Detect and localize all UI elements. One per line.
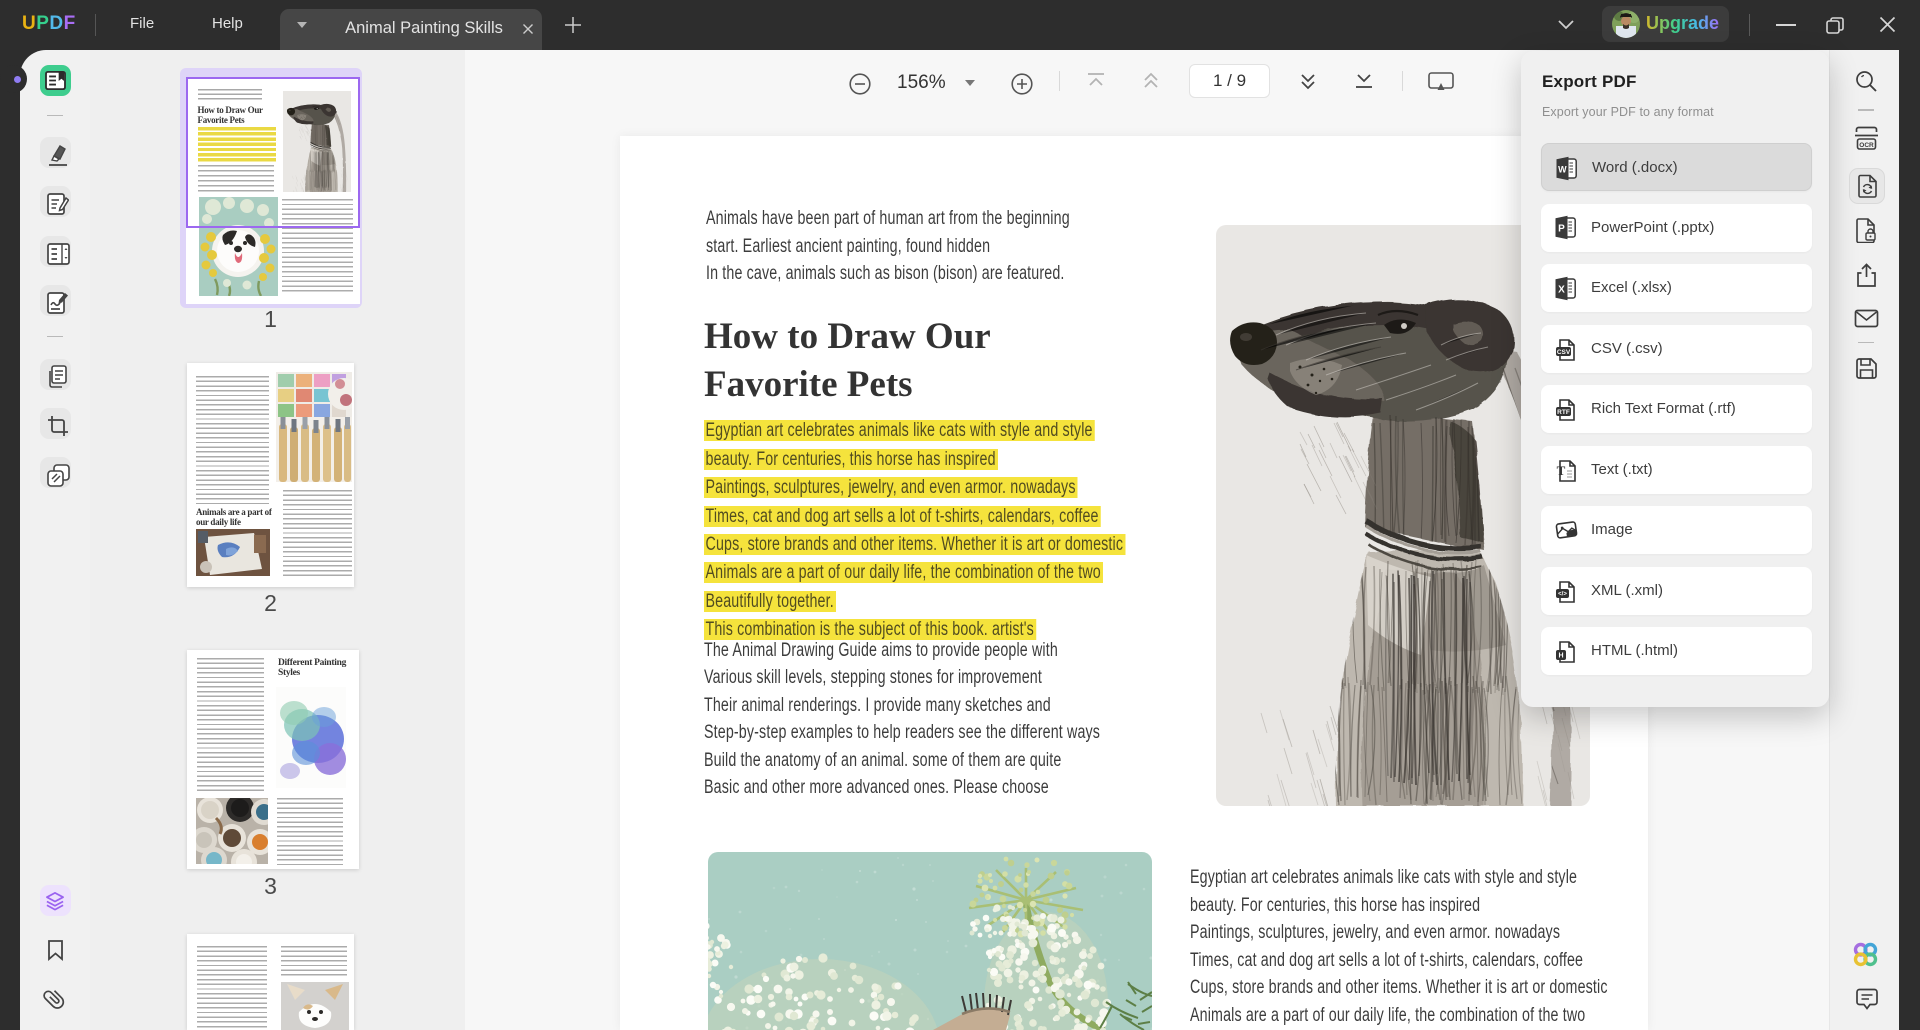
svg-text:T: T: [1557, 463, 1566, 478]
svg-text:H: H: [1558, 653, 1563, 660]
svg-text:P: P: [1558, 224, 1565, 235]
svg-text:</>: </>: [1558, 591, 1567, 597]
svg-text:OCR: OCR: [1859, 141, 1874, 148]
svg-text:X: X: [1558, 284, 1565, 295]
svg-text:W: W: [1558, 164, 1567, 174]
svg-text:RTF: RTF: [1557, 409, 1570, 416]
svg-text:CSV: CSV: [1557, 349, 1571, 356]
